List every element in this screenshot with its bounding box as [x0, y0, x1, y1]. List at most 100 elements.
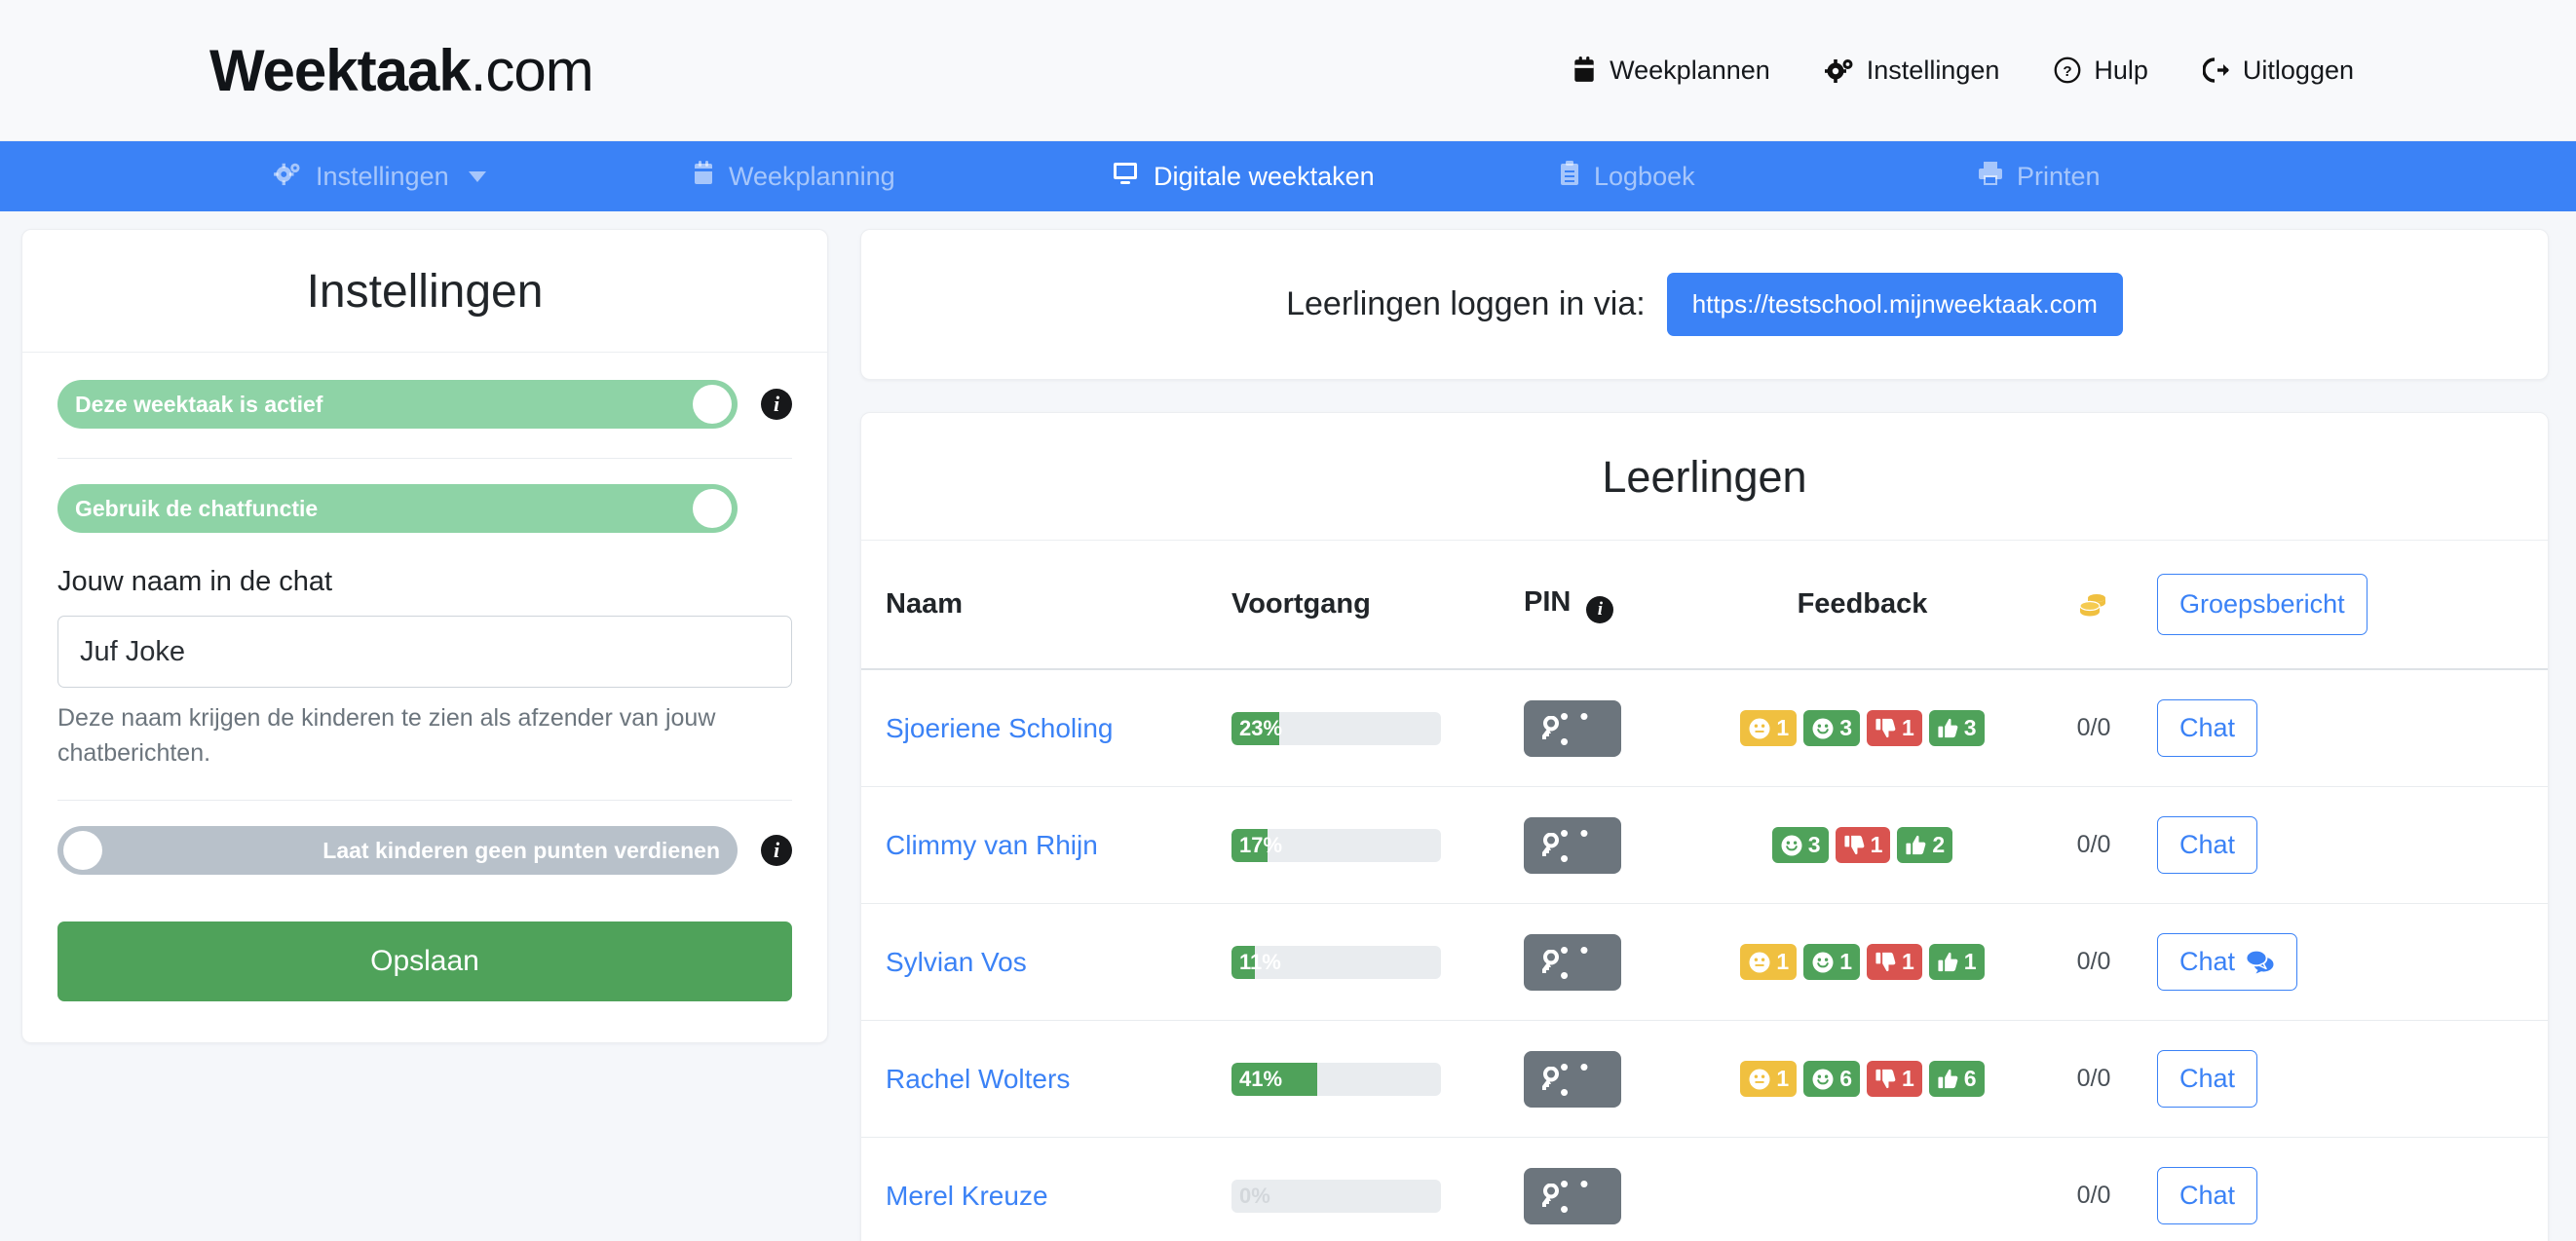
- chat-button[interactable]: Chat: [2157, 816, 2257, 874]
- topnav-item-uitloggen[interactable]: Uitloggen: [2176, 56, 2381, 86]
- progress-bar: 23%: [1231, 712, 1441, 745]
- svg-text:?: ?: [2064, 63, 2072, 80]
- feedback-badge-smile[interactable]: 1: [1803, 944, 1860, 980]
- progress-bar: 41%: [1231, 1063, 1441, 1096]
- toggle-row-no-points: Laat kinderen geen punten verdienen i: [57, 826, 792, 875]
- cell-coins: 0/0: [2030, 904, 2157, 1021]
- chat-name-help-text: Deze naam krijgen de kinderen te zien al…: [57, 701, 739, 771]
- cell-actions: Chat: [2157, 669, 2548, 787]
- cell-name: Climmy van Rhijn: [861, 787, 1231, 904]
- pin-reveal-button[interactable]: • • •: [1524, 934, 1621, 991]
- chat-button-label: Chat: [2179, 1181, 2235, 1211]
- student-name-link[interactable]: Rachel Wolters: [886, 1064, 1070, 1094]
- table-row: Climmy van Rhijn17%• • •3120/0Chat: [861, 787, 2548, 904]
- pin-reveal-button[interactable]: • • •: [1524, 1051, 1621, 1108]
- feedback-badge-smile[interactable]: 3: [1772, 827, 1829, 863]
- feedback-badge-thumbs-down[interactable]: 1: [1836, 827, 1891, 863]
- bluenav-item-printen[interactable]: Printen: [1978, 161, 2101, 193]
- top-navigation: Weekplannen Instellingen ? Hulp Uitlogge…: [1544, 56, 2381, 86]
- chat-button[interactable]: Chat: [2157, 933, 2297, 991]
- top-header: Weektaak.com Weekplannen Instellingen ? …: [0, 0, 2576, 141]
- brand-logo-bold: Weektaak: [209, 38, 471, 103]
- table-row: Sylvian Vos11%• • •11110/0Chat: [861, 904, 2548, 1021]
- feedback-badge-smile[interactable]: 3: [1803, 710, 1860, 746]
- topnav-item-hulp[interactable]: ? Hulp: [2027, 56, 2176, 86]
- feedback-badge-meh[interactable]: 1: [1740, 1061, 1797, 1097]
- info-icon[interactable]: i: [1586, 596, 1613, 623]
- feedback-count: 2: [1932, 832, 1945, 858]
- cell-progress: 0%: [1231, 1138, 1524, 1241]
- feedback-badge-thumbs-up[interactable]: 2: [1897, 827, 1952, 863]
- feedback-badge-thumbs-up[interactable]: 1: [1929, 944, 1985, 980]
- feedback-count: 1: [1871, 832, 1883, 858]
- pin-reveal-button[interactable]: • • •: [1524, 817, 1621, 874]
- column-header-pin-label: PIN: [1524, 586, 1571, 618]
- chat-button[interactable]: Chat: [2157, 699, 2257, 757]
- student-name-link[interactable]: Climmy van Rhijn: [886, 830, 1098, 860]
- cell-name: Sjoeriene Scholing: [861, 669, 1231, 787]
- feedback-count: 1: [1902, 1066, 1914, 1092]
- cell-pin: • • •: [1524, 787, 1694, 904]
- page-title: Instellingen: [22, 265, 827, 319]
- group-message-button[interactable]: Groepsbericht: [2157, 574, 2368, 635]
- student-login-url[interactable]: https://testschool.mijnweektaak.com: [1667, 273, 2123, 336]
- toggle-weektaak-actief[interactable]: Deze weektaak is actief: [57, 380, 738, 429]
- cell-feedback: 1313: [1694, 669, 2030, 787]
- column-header-pin: PIN i: [1524, 541, 1694, 669]
- pin-reveal-button[interactable]: • • •: [1524, 700, 1621, 757]
- chat-button[interactable]: Chat: [2157, 1167, 2257, 1224]
- topnav-item-weekplannen[interactable]: Weekplannen: [1544, 56, 1798, 86]
- topnav-label: Instellingen: [1867, 56, 2000, 86]
- topnav-item-instellingen[interactable]: Instellingen: [1798, 56, 2027, 86]
- save-button[interactable]: Opslaan: [57, 921, 792, 1001]
- toggle-geen-punten[interactable]: Laat kinderen geen punten verdienen: [57, 826, 738, 875]
- pin-reveal-button[interactable]: • • •: [1524, 1168, 1621, 1224]
- cell-actions: Chat: [2157, 787, 2548, 904]
- feedback-badge-thumbs-down[interactable]: 1: [1867, 944, 1922, 980]
- bluenav-item-logboek[interactable]: Logboek: [1559, 161, 1978, 193]
- feedback-count: 3: [1808, 832, 1821, 858]
- student-name-link[interactable]: Merel Kreuze: [886, 1181, 1048, 1211]
- student-login-text: Leerlingen loggen in via:: [1286, 285, 1646, 323]
- students-card: Leerlingen Naam Voortgang PIN i Feedback: [860, 412, 2549, 1241]
- students-title: Leerlingen: [861, 452, 2548, 503]
- feedback-count: 6: [1964, 1066, 1977, 1092]
- feedback-badge-meh[interactable]: 1: [1740, 710, 1797, 746]
- info-icon[interactable]: i: [761, 389, 792, 420]
- pin-masked-value: • • •: [1560, 1054, 1609, 1105]
- progress-bar: 0%: [1231, 1180, 1441, 1213]
- toggle-gebruik-chatfunctie[interactable]: Gebruik de chatfunctie: [57, 484, 738, 533]
- cell-feedback: 1111: [1694, 904, 2030, 1021]
- feedback-badge-thumbs-down[interactable]: 1: [1867, 710, 1922, 746]
- feedback-badge-meh[interactable]: 1: [1740, 944, 1797, 980]
- bluenav-item-instellingen[interactable]: Instellingen: [273, 161, 692, 193]
- feedback-count: 1: [1902, 715, 1914, 741]
- table-row: Merel Kreuze0%• • •0/0Chat: [861, 1138, 2548, 1241]
- bluenav-item-weekplanning[interactable]: Weekplanning: [692, 161, 1111, 193]
- feedback-badge-thumbs-down[interactable]: 1: [1867, 1061, 1922, 1097]
- chat-button-label: Chat: [2179, 947, 2235, 977]
- brand-logo[interactable]: Weektaak.com: [209, 37, 593, 104]
- table-header-row: Naam Voortgang PIN i Feedback: [861, 541, 2548, 669]
- chat-button[interactable]: Chat: [2157, 1050, 2257, 1108]
- cell-progress: 17%: [1231, 787, 1524, 904]
- bluenav-item-digitale-weektaken[interactable]: Digitale weektaken: [1111, 161, 1559, 193]
- student-name-link[interactable]: Sjoeriene Scholing: [886, 713, 1114, 743]
- smile-icon: [1811, 1068, 1835, 1091]
- feedback-count: 1: [1776, 715, 1789, 741]
- cell-feedback: 3 1 2: [1694, 787, 2030, 904]
- student-name-link[interactable]: Sylvian Vos: [886, 947, 1027, 977]
- feedback-badge-thumbs-up[interactable]: 6: [1929, 1061, 1985, 1097]
- page-body: Instellingen Deze weektaak is actief i G…: [0, 211, 2576, 1241]
- chat-name-input[interactable]: [57, 616, 792, 688]
- key-icon: [1536, 1184, 1560, 1209]
- pin-masked-value: • • •: [1560, 820, 1609, 871]
- cell-feedback: [1694, 1138, 2030, 1241]
- coins-value: 0/0: [2077, 714, 2111, 741]
- cell-progress: 11%: [1231, 904, 1524, 1021]
- info-icon[interactable]: i: [761, 835, 792, 866]
- smile-icon: [1811, 951, 1835, 974]
- feedback-badge-thumbs-up[interactable]: 3: [1929, 710, 1985, 746]
- cell-pin: • • •: [1524, 904, 1694, 1021]
- feedback-badge-smile[interactable]: 6: [1803, 1061, 1860, 1097]
